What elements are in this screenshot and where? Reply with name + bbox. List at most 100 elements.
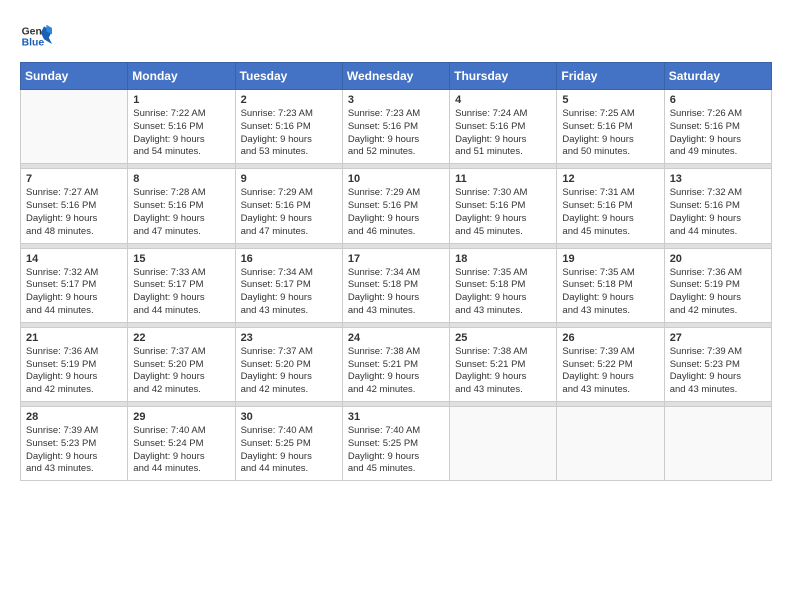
calendar-day: 15 Sunrise: 7:33 AM Sunset: 5:17 PM Dayli… bbox=[128, 248, 235, 322]
calendar-day: 20 Sunrise: 7:36 AM Sunset: 5:19 PM Dayli… bbox=[664, 248, 771, 322]
day-info: Sunrise: 7:32 AM Sunset: 5:17 PM Dayligh… bbox=[26, 267, 122, 318]
header: General Blue bbox=[20, 20, 772, 52]
day-number: 7 bbox=[26, 173, 122, 185]
day-number: 14 bbox=[26, 253, 122, 265]
day-info: Sunrise: 7:38 AM Sunset: 5:21 PM Dayligh… bbox=[455, 346, 551, 397]
day-number: 23 bbox=[241, 332, 337, 344]
calendar-day: 18 Sunrise: 7:35 AM Sunset: 5:18 PM Dayli… bbox=[450, 248, 557, 322]
day-number: 8 bbox=[133, 173, 229, 185]
calendar-day: 9Sunrise: 7:29 AM Sunset: 5:16 PM Daylig… bbox=[235, 169, 342, 243]
calendar-day bbox=[450, 407, 557, 481]
day-info: Sunrise: 7:34 AM Sunset: 5:18 PM Dayligh… bbox=[348, 267, 444, 318]
calendar-day: 21Sunrise: 7:36 AM Sunset: 5:19 PM Dayli… bbox=[21, 327, 128, 401]
day-info: Sunrise: 7:23 AM Sunset: 5:16 PM Dayligh… bbox=[348, 108, 444, 159]
week-row: 14 Sunrise: 7:32 AM Sunset: 5:17 PM Dayli… bbox=[21, 248, 772, 322]
week-row: 28 Sunrise: 7:39 AM Sunset: 5:23 PM Dayli… bbox=[21, 407, 772, 481]
day-info: Sunrise: 7:28 AM Sunset: 5:16 PM Dayligh… bbox=[133, 187, 229, 238]
day-info: Sunrise: 7:22 AM Sunset: 5:16 PM Dayligh… bbox=[133, 108, 229, 159]
day-number: 25 bbox=[455, 332, 551, 344]
week-row: 21Sunrise: 7:36 AM Sunset: 5:19 PM Dayli… bbox=[21, 327, 772, 401]
day-info: Sunrise: 7:39 AM Sunset: 5:23 PM Dayligh… bbox=[26, 425, 122, 476]
logo: General Blue bbox=[20, 20, 52, 52]
day-info: Sunrise: 7:35 AM Sunset: 5:18 PM Dayligh… bbox=[455, 267, 551, 318]
day-info: Sunrise: 7:26 AM Sunset: 5:16 PM Dayligh… bbox=[670, 108, 766, 159]
calendar-day: 6 Sunrise: 7:26 AM Sunset: 5:16 PM Daylig… bbox=[664, 90, 771, 164]
day-number: 16 bbox=[241, 253, 337, 265]
calendar-day: 5 Sunrise: 7:25 AM Sunset: 5:16 PM Daylig… bbox=[557, 90, 664, 164]
day-info: Sunrise: 7:39 AM Sunset: 5:22 PM Dayligh… bbox=[562, 346, 658, 397]
day-number: 13 bbox=[670, 173, 766, 185]
header-day-saturday: Saturday bbox=[664, 63, 771, 90]
calendar-day: 26 Sunrise: 7:39 AM Sunset: 5:22 PM Dayli… bbox=[557, 327, 664, 401]
day-info: Sunrise: 7:37 AM Sunset: 5:20 PM Dayligh… bbox=[133, 346, 229, 397]
calendar-day: 31 Sunrise: 7:40 AM Sunset: 5:25 PM Dayli… bbox=[342, 407, 449, 481]
calendar-day: 12Sunrise: 7:31 AM Sunset: 5:16 PM Dayli… bbox=[557, 169, 664, 243]
calendar-day: 3 Sunrise: 7:23 AM Sunset: 5:16 PM Daylig… bbox=[342, 90, 449, 164]
day-number: 26 bbox=[562, 332, 658, 344]
calendar-day: 10 Sunrise: 7:29 AM Sunset: 5:16 PM Dayli… bbox=[342, 169, 449, 243]
calendar-day: 8 Sunrise: 7:28 AM Sunset: 5:16 PM Daylig… bbox=[128, 169, 235, 243]
day-number: 22 bbox=[133, 332, 229, 344]
calendar-day: 24 Sunrise: 7:38 AM Sunset: 5:21 PM Dayli… bbox=[342, 327, 449, 401]
svg-text:Blue: Blue bbox=[22, 38, 45, 49]
header-day-sunday: Sunday bbox=[21, 63, 128, 90]
day-info: Sunrise: 7:36 AM Sunset: 5:19 PM Dayligh… bbox=[670, 267, 766, 318]
day-number: 1 bbox=[133, 94, 229, 106]
day-info: Sunrise: 7:40 AM Sunset: 5:24 PM Dayligh… bbox=[133, 425, 229, 476]
day-info: Sunrise: 7:40 AM Sunset: 5:25 PM Dayligh… bbox=[348, 425, 444, 476]
day-info: Sunrise: 7:27 AM Sunset: 5:16 PM Dayligh… bbox=[26, 187, 122, 238]
day-info: Sunrise: 7:29 AM Sunset: 5:16 PM Dayligh… bbox=[241, 187, 337, 238]
day-number: 30 bbox=[241, 411, 337, 423]
day-info: Sunrise: 7:23 AM Sunset: 5:16 PM Dayligh… bbox=[241, 108, 337, 159]
day-info: Sunrise: 7:29 AM Sunset: 5:16 PM Dayligh… bbox=[348, 187, 444, 238]
calendar-day: 2 Sunrise: 7:23 AM Sunset: 5:16 PM Daylig… bbox=[235, 90, 342, 164]
day-info: Sunrise: 7:33 AM Sunset: 5:17 PM Dayligh… bbox=[133, 267, 229, 318]
day-number: 11 bbox=[455, 173, 551, 185]
calendar-day: 22 Sunrise: 7:37 AM Sunset: 5:20 PM Dayli… bbox=[128, 327, 235, 401]
calendar-day bbox=[557, 407, 664, 481]
calendar-day: 17Sunrise: 7:34 AM Sunset: 5:18 PM Dayli… bbox=[342, 248, 449, 322]
day-number: 3 bbox=[348, 94, 444, 106]
day-number: 31 bbox=[348, 411, 444, 423]
day-number: 20 bbox=[670, 253, 766, 265]
calendar-day: 1 Sunrise: 7:22 AM Sunset: 5:16 PM Daylig… bbox=[128, 90, 235, 164]
calendar-day: 19Sunrise: 7:35 AM Sunset: 5:18 PM Dayli… bbox=[557, 248, 664, 322]
logo-icon: General Blue bbox=[20, 20, 52, 52]
day-info: Sunrise: 7:38 AM Sunset: 5:21 PM Dayligh… bbox=[348, 346, 444, 397]
day-info: Sunrise: 7:40 AM Sunset: 5:25 PM Dayligh… bbox=[241, 425, 337, 476]
calendar-day bbox=[664, 407, 771, 481]
day-number: 2 bbox=[241, 94, 337, 106]
day-number: 29 bbox=[133, 411, 229, 423]
calendar-day: 16 Sunrise: 7:34 AM Sunset: 5:17 PM Dayli… bbox=[235, 248, 342, 322]
calendar-table: SundayMondayTuesdayWednesdayThursdayFrid… bbox=[20, 62, 772, 481]
day-number: 6 bbox=[670, 94, 766, 106]
header-day-friday: Friday bbox=[557, 63, 664, 90]
day-number: 15 bbox=[133, 253, 229, 265]
day-info: Sunrise: 7:32 AM Sunset: 5:16 PM Dayligh… bbox=[670, 187, 766, 238]
day-info: Sunrise: 7:37 AM Sunset: 5:20 PM Dayligh… bbox=[241, 346, 337, 397]
day-number: 4 bbox=[455, 94, 551, 106]
calendar-day: 29 Sunrise: 7:40 AM Sunset: 5:24 PM Dayli… bbox=[128, 407, 235, 481]
calendar-day: 23 Sunrise: 7:37 AM Sunset: 5:20 PM Dayli… bbox=[235, 327, 342, 401]
page-container: General Blue SundayMondayTuesdayWednesda… bbox=[20, 20, 772, 481]
day-info: Sunrise: 7:34 AM Sunset: 5:17 PM Dayligh… bbox=[241, 267, 337, 318]
day-number: 12 bbox=[562, 173, 658, 185]
calendar-day bbox=[21, 90, 128, 164]
calendar-day: 11Sunrise: 7:30 AM Sunset: 5:16 PM Dayli… bbox=[450, 169, 557, 243]
day-number: 28 bbox=[26, 411, 122, 423]
day-number: 24 bbox=[348, 332, 444, 344]
week-row: 7 Sunrise: 7:27 AM Sunset: 5:16 PM Daylig… bbox=[21, 169, 772, 243]
calendar-day: 25 Sunrise: 7:38 AM Sunset: 5:21 PM Dayli… bbox=[450, 327, 557, 401]
day-number: 10 bbox=[348, 173, 444, 185]
day-info: Sunrise: 7:25 AM Sunset: 5:16 PM Dayligh… bbox=[562, 108, 658, 159]
calendar-day: 27Sunrise: 7:39 AM Sunset: 5:23 PM Dayli… bbox=[664, 327, 771, 401]
day-info: Sunrise: 7:36 AM Sunset: 5:19 PM Dayligh… bbox=[26, 346, 122, 397]
day-number: 5 bbox=[562, 94, 658, 106]
calendar-day: 30 Sunrise: 7:40 AM Sunset: 5:25 PM Dayli… bbox=[235, 407, 342, 481]
calendar-day: 28 Sunrise: 7:39 AM Sunset: 5:23 PM Dayli… bbox=[21, 407, 128, 481]
day-number: 18 bbox=[455, 253, 551, 265]
day-info: Sunrise: 7:35 AM Sunset: 5:18 PM Dayligh… bbox=[562, 267, 658, 318]
header-day-thursday: Thursday bbox=[450, 63, 557, 90]
day-info: Sunrise: 7:39 AM Sunset: 5:23 PM Dayligh… bbox=[670, 346, 766, 397]
calendar-day: 4Sunrise: 7:24 AM Sunset: 5:16 PM Daylig… bbox=[450, 90, 557, 164]
